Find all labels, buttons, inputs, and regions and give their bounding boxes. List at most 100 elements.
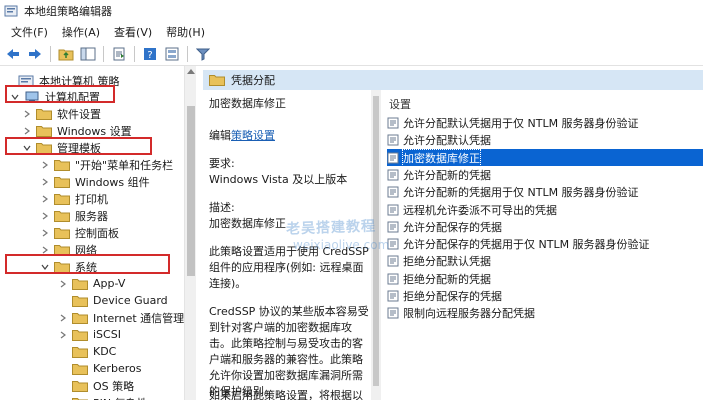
properties-icon bbox=[165, 47, 179, 60]
tree-item[interactable]: 控制面板 bbox=[40, 224, 119, 241]
tree-item[interactable]: PIN 复杂性 bbox=[58, 394, 148, 400]
policy-setting-icon bbox=[387, 221, 399, 232]
tree-item[interactable]: 打印机 bbox=[40, 190, 108, 207]
collapsed-arrow-icon[interactable] bbox=[22, 126, 32, 136]
expanded-arrow-icon[interactable] bbox=[40, 262, 50, 272]
column-header-setting[interactable]: 设置 bbox=[389, 96, 411, 112]
tree-item[interactable]: OS 策略 bbox=[58, 377, 134, 394]
folder-icon bbox=[36, 142, 52, 154]
tree-item[interactable]: 计算机配置 bbox=[10, 88, 100, 105]
forward-button[interactable] bbox=[25, 44, 45, 64]
properties-button[interactable] bbox=[162, 44, 182, 64]
policy-row[interactable]: 允许分配新的凭据 bbox=[387, 166, 703, 183]
tree-item-label: PIN 复杂性 bbox=[93, 395, 148, 400]
filter-icon bbox=[196, 48, 210, 61]
export-list-button[interactable] bbox=[109, 44, 129, 64]
tree-item[interactable]: iSCSI bbox=[58, 326, 121, 343]
collapsed-arrow-icon[interactable] bbox=[40, 177, 50, 187]
tree-scroll-thumb[interactable] bbox=[187, 106, 195, 276]
tree-item-label: 网络 bbox=[75, 243, 97, 257]
folder-icon bbox=[36, 108, 52, 120]
policy-setting-icon bbox=[387, 255, 399, 266]
collapsed-arrow-icon[interactable] bbox=[58, 313, 68, 323]
toolbar: ? bbox=[0, 42, 703, 66]
tree-item-label: 计算机配置 bbox=[45, 90, 100, 104]
policy-row[interactable]: 允许分配新的凭据用于仅 NTLM 服务器身份验证 bbox=[387, 183, 703, 200]
tree-item[interactable]: 本地计算机 策略 bbox=[4, 72, 120, 89]
collapsed-arrow-icon[interactable] bbox=[40, 160, 50, 170]
show-hide-tree-button[interactable] bbox=[78, 44, 98, 64]
edit-policy-link[interactable]: 策略设置 bbox=[231, 129, 275, 142]
up-folder-button[interactable] bbox=[56, 44, 76, 64]
collapsed-arrow-icon[interactable] bbox=[40, 211, 50, 221]
expanded-arrow-icon[interactable] bbox=[22, 143, 32, 153]
tree-item-label: 软件设置 bbox=[57, 107, 101, 121]
policy-setting-icon bbox=[387, 273, 399, 284]
menu-help[interactable]: 帮助(H) bbox=[159, 24, 212, 40]
folder-icon bbox=[72, 346, 88, 358]
policy-row[interactable]: 远程机允许委派不可导出的凭据 bbox=[387, 201, 703, 218]
filter-button[interactable] bbox=[193, 44, 213, 64]
tree-item[interactable]: KDC bbox=[58, 343, 116, 360]
tree-item-label: Internet 通信管理 bbox=[93, 311, 185, 325]
tree-item[interactable]: Internet 通信管理 bbox=[58, 309, 184, 326]
expanded-arrow-icon[interactable] bbox=[10, 92, 20, 102]
tree-item-label: App-V bbox=[93, 277, 126, 290]
collapsed-arrow-icon[interactable] bbox=[22, 109, 32, 119]
watermark-url: weixiaolive.com bbox=[293, 238, 390, 252]
folder-icon bbox=[54, 159, 70, 171]
toolbar-separator bbox=[50, 45, 51, 62]
toolbar-separator bbox=[103, 45, 104, 62]
tree-item[interactable]: Device Guard bbox=[58, 292, 168, 309]
tree-item-label: OS 策略 bbox=[93, 379, 135, 393]
tree-item[interactable]: Windows 组件 bbox=[40, 173, 150, 190]
tree-item[interactable]: 软件设置 bbox=[22, 105, 101, 122]
collapsed-arrow-icon[interactable] bbox=[40, 194, 50, 204]
tree-item[interactable]: 管理模板 bbox=[22, 139, 101, 156]
policy-row[interactable]: 拒绝分配新的凭据 bbox=[387, 270, 703, 287]
export-list-icon bbox=[113, 47, 125, 60]
folder-icon bbox=[54, 176, 70, 188]
edit-policy-line: 编辑策略设置 bbox=[209, 128, 371, 144]
policy-editor-app-icon bbox=[4, 5, 18, 17]
collapsed-arrow-icon[interactable] bbox=[40, 228, 50, 238]
policy-row[interactable]: 拒绝分配保存的凭据 bbox=[387, 287, 703, 304]
help-button[interactable]: ? bbox=[140, 44, 160, 64]
policy-row[interactable]: 允许分配保存的凭据用于仅 NTLM 服务器身份验证 bbox=[387, 235, 703, 252]
menu-action[interactable]: 操作(A) bbox=[55, 24, 107, 40]
folder-icon bbox=[54, 210, 70, 222]
menu-file[interactable]: 文件(F) bbox=[4, 24, 55, 40]
tree-item-label: Kerberos bbox=[93, 362, 142, 375]
collapsed-arrow-icon[interactable] bbox=[58, 330, 68, 340]
policy-setting-icon bbox=[387, 204, 399, 215]
collapsed-arrow-icon[interactable] bbox=[40, 245, 50, 255]
policy-row[interactable]: 限制向远程服务器分配凭据 bbox=[387, 304, 703, 321]
description-para2: CredSSP 协议的某些版本容易受到针对客户端的加密数据库攻击。此策略控制与易… bbox=[209, 305, 369, 398]
tree-item-label: "开始"菜单和任务栏 bbox=[75, 158, 174, 172]
policy-row[interactable]: 允许分配默认凭据 bbox=[387, 131, 703, 148]
policy-label: 限制向远程服务器分配凭据 bbox=[403, 306, 535, 320]
show-hide-tree-icon bbox=[80, 47, 96, 60]
policy-row[interactable]: 允许分配保存的凭据 bbox=[387, 218, 703, 235]
policy-row[interactable]: 拒绝分配默认凭据 bbox=[387, 252, 703, 269]
back-button[interactable] bbox=[3, 44, 23, 64]
policy-label: 允许分配新的凭据 bbox=[403, 168, 491, 182]
tree-item[interactable]: App-V bbox=[58, 275, 125, 292]
tree-scrollbar[interactable] bbox=[184, 66, 196, 400]
scroll-up-arrow-icon[interactable] bbox=[187, 69, 195, 74]
tree-item[interactable]: "开始"菜单和任务栏 bbox=[40, 156, 173, 173]
menu-view[interactable]: 查看(V) bbox=[107, 24, 159, 40]
policy-row[interactable]: 允许分配默认凭据用于仅 NTLM 服务器身份验证 bbox=[387, 114, 703, 131]
computer-policy-icon bbox=[18, 75, 34, 86]
policy-row[interactable]: 加密数据库修正 bbox=[387, 148, 703, 167]
collapsed-arrow-icon[interactable] bbox=[58, 279, 68, 289]
breadcrumb: 凭据分配 bbox=[231, 74, 275, 87]
breadcrumb-header: 凭据分配 bbox=[203, 70, 703, 90]
tree-item[interactable]: 服务器 bbox=[40, 207, 108, 224]
tree-item[interactable]: 系统 bbox=[40, 258, 97, 275]
tree-item[interactable]: Kerberos bbox=[58, 360, 141, 377]
tree-item[interactable]: Windows 设置 bbox=[22, 122, 132, 139]
tree-item[interactable]: 网络 bbox=[40, 241, 97, 258]
